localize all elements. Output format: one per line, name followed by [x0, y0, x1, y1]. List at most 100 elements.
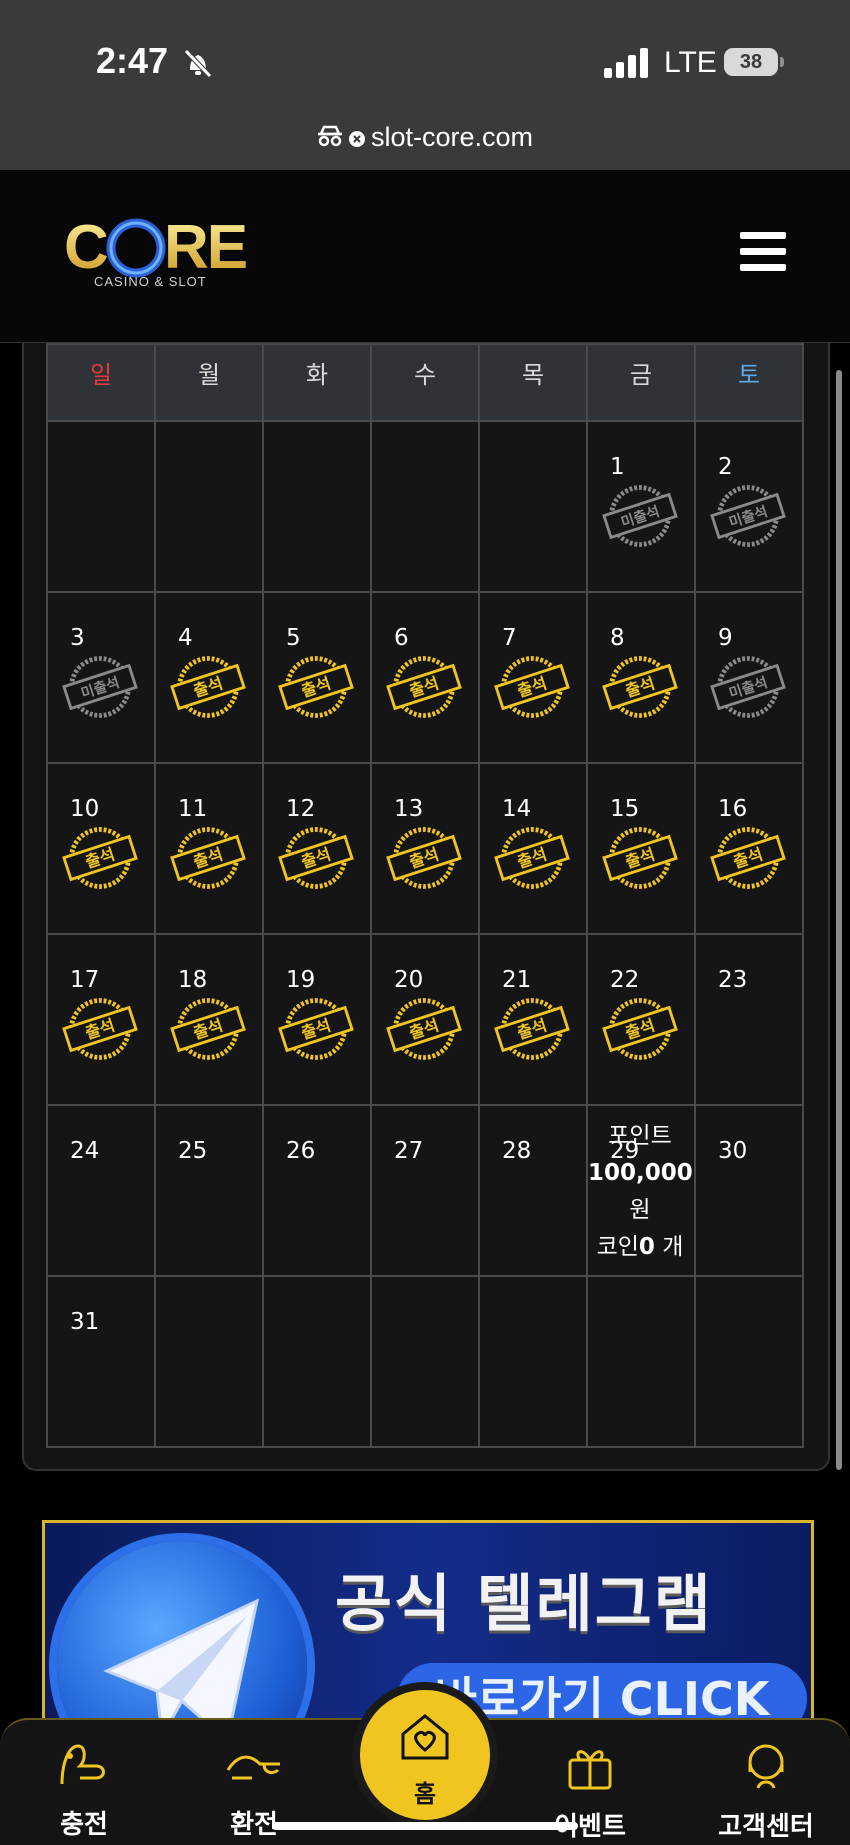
menu-icon[interactable] — [740, 232, 786, 272]
day-number: 31 — [70, 1309, 100, 1335]
calendar-day-today[interactable]: 29 포인트 100,000 원 코인0 개 — [586, 1104, 696, 1277]
calendar-day[interactable]: 14 출석 — [478, 762, 588, 935]
calendar-day[interactable]: 9 미출석 — [694, 591, 804, 764]
calendar-day[interactable]: 16 출석 — [694, 762, 804, 935]
calendar-empty-cell — [694, 1275, 804, 1448]
calendar-day[interactable]: 11 출석 — [154, 762, 264, 935]
calendar-empty-cell — [262, 1275, 372, 1448]
attended-stamp: 출석 — [278, 827, 354, 889]
calendar-week: 31 — [46, 1275, 804, 1448]
site-header: C RE CASINO & SLOT — [0, 170, 850, 343]
day-number: 9 — [718, 625, 733, 651]
calendar-day[interactable]: 26 — [262, 1104, 372, 1277]
attended-stamp: 출석 — [278, 656, 354, 718]
nav-support[interactable]: 고객센터 — [706, 1740, 826, 1843]
day-number: 4 — [178, 625, 193, 651]
day-number: 24 — [70, 1138, 100, 1164]
day-number: 12 — [286, 796, 316, 822]
calendar-week: 10 출석 11 출석 12 출석 13 출석 14 출석 15 출석 16 출석 — [46, 762, 804, 935]
calendar-day[interactable]: 5 출석 — [262, 591, 372, 764]
calendar-day[interactable]: 20 출석 — [370, 933, 480, 1106]
calendar-day[interactable]: 23 — [694, 933, 804, 1106]
weekday-tue: 화 — [262, 343, 372, 422]
calendar-day[interactable]: 21 출석 — [478, 933, 588, 1106]
day-number: 25 — [178, 1138, 208, 1164]
scrollbar[interactable] — [836, 370, 842, 1470]
calendar-empty-cell — [370, 420, 480, 593]
coin-count: 0 — [638, 1234, 655, 1260]
address-bar[interactable]: slot-core.com — [0, 122, 850, 155]
calendar-day[interactable]: 25 — [154, 1104, 264, 1277]
attended-stamp: 출석 — [494, 656, 570, 718]
calendar-day[interactable]: 31 — [46, 1275, 156, 1448]
weekday-sat: 토 — [694, 343, 804, 422]
calendar-day[interactable]: 10 출석 — [46, 762, 156, 935]
battery-tip — [780, 57, 784, 67]
calendar-day[interactable]: 12 출석 — [262, 762, 372, 935]
coin-label: 코인 — [596, 1234, 639, 1260]
calendar-day[interactable]: 22 출석 — [586, 933, 696, 1106]
calendar-empty-cell — [154, 1275, 264, 1448]
day-number: 21 — [502, 967, 532, 993]
core-logo[interactable]: C RE CASINO & SLOT — [64, 213, 264, 300]
day-number: 10 — [70, 796, 100, 822]
day-number: 6 — [394, 625, 409, 651]
attended-stamp: 출석 — [710, 827, 786, 889]
attended-stamp: 출석 — [62, 827, 138, 889]
svg-text:C: C — [64, 216, 108, 282]
calendar-week: 3 미출석 4 출석 5 출석 6 출석 7 출석 8 출석 9 미출석 — [46, 591, 804, 764]
day-number: 3 — [70, 625, 85, 651]
calendar-empty-cell — [478, 1275, 588, 1448]
weekday-thu: 목 — [478, 343, 588, 422]
attended-stamp: 출석 — [494, 827, 570, 889]
calendar-day[interactable]: 7 출석 — [478, 591, 588, 764]
calendar-day[interactable]: 13 출석 — [370, 762, 480, 935]
status-bar: 2:47 LTE 38 slot-core.com — [0, 0, 850, 170]
calendar-day[interactable]: 18 출석 — [154, 933, 264, 1106]
attended-stamp: 출석 — [62, 998, 138, 1060]
points-amount: 100,000 — [588, 1160, 693, 1186]
missed-stamp: 미출석 — [710, 656, 786, 718]
day-number: 14 — [502, 796, 532, 822]
calendar-day[interactable]: 24 — [46, 1104, 156, 1277]
close-circle-icon[interactable] — [348, 123, 365, 154]
calendar-day[interactable]: 28 — [478, 1104, 588, 1277]
day-number: 28 — [502, 1138, 532, 1164]
day-number: 15 — [610, 796, 640, 822]
calendar-day[interactable]: 27 — [370, 1104, 480, 1277]
nav-home-label: 홈 — [413, 1780, 437, 1808]
day-number: 27 — [394, 1138, 424, 1164]
calendar-day[interactable]: 8 출석 — [586, 591, 696, 764]
calendar-day[interactable]: 6 출석 — [370, 591, 480, 764]
calendar-day[interactable]: 17 출석 — [46, 933, 156, 1106]
weekday-header: 일 월 화 수 목 금 토 — [46, 343, 804, 422]
calendar-week: 24 25 26 27 28 29 포인트 100,000 원 코인0 개 30 — [46, 1104, 804, 1277]
calendar-day[interactable]: 30 — [694, 1104, 804, 1277]
calendar-day[interactable]: 2 미출석 — [694, 420, 804, 593]
calendar-day[interactable]: 4 출석 — [154, 591, 264, 764]
day-number: 5 — [286, 625, 301, 651]
calendar-day[interactable]: 15 출석 — [586, 762, 696, 935]
weekday-fri: 금 — [586, 343, 696, 422]
gift-icon — [568, 1750, 612, 1790]
calendar-day[interactable]: 3 미출석 — [46, 591, 156, 764]
nav-charge[interactable]: 충전 — [24, 1740, 144, 1841]
calendar-week: 17 출석 18 출석 19 출석 20 출석 21 출석 22 출석 23 — [46, 933, 804, 1106]
calendar-day[interactable]: 19 출석 — [262, 933, 372, 1106]
day-number: 7 — [502, 625, 517, 651]
attended-stamp: 출석 — [386, 998, 462, 1060]
attendance-calendar: 일 월 화 수 목 금 토 1 미출석 2 미출석 3 미출석 4 출석 5 출석 6 출석… — [46, 343, 804, 1448]
day-number: 16 — [718, 796, 748, 822]
calendar-empty-cell — [370, 1275, 480, 1448]
home-indicator — [272, 1822, 578, 1830]
day-number: 23 — [718, 967, 748, 993]
calendar-day[interactable]: 1 미출석 — [586, 420, 696, 593]
weekday-mon: 월 — [154, 343, 264, 422]
calendar-week: 1 미출석 2 미출석 — [46, 420, 804, 593]
day-number: 2 — [718, 454, 733, 480]
nav-home-button[interactable]: 홈 — [360, 1690, 490, 1820]
day-number: 8 — [610, 625, 625, 651]
coin-unit: 개 — [662, 1234, 684, 1260]
calendar-empty-cell — [154, 420, 264, 593]
attended-stamp: 출석 — [278, 998, 354, 1060]
